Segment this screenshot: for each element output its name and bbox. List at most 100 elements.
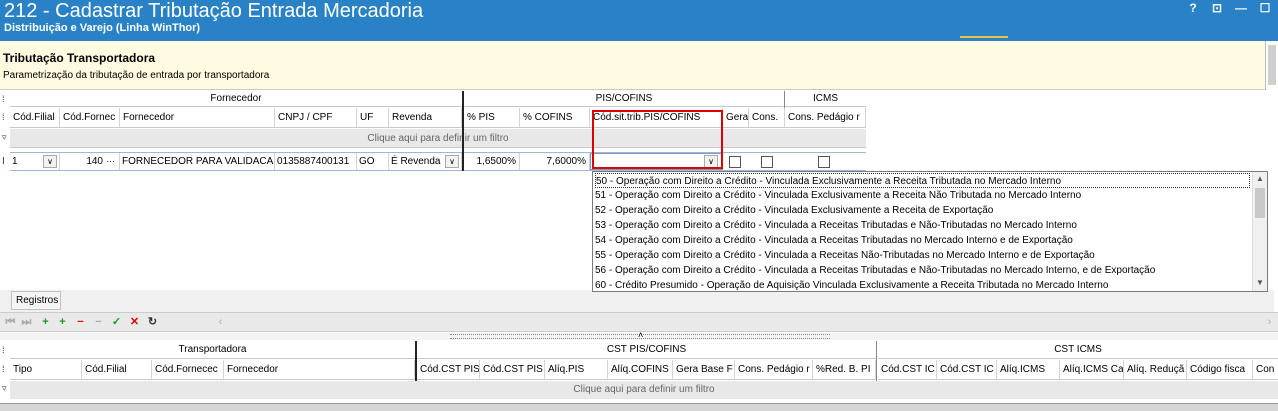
col-fornecedor[interactable]: Fornecedor bbox=[224, 360, 415, 380]
col-fornecedor[interactable]: Fornecedor bbox=[120, 108, 275, 128]
list-item[interactable]: 50 - Operação com Direito a Crédito - Vi… bbox=[595, 173, 1250, 188]
help-icon[interactable]: ? bbox=[1186, 1, 1200, 15]
col-gera-base[interactable]: Gera Base F bbox=[673, 360, 735, 380]
last-record-icon[interactable]: ⏭ bbox=[19, 315, 34, 330]
col-cst-icms-2[interactable]: Cód.CST IC bbox=[937, 360, 997, 380]
minimize-icon[interactable]: — bbox=[1234, 1, 1248, 15]
list-item[interactable]: 51 - Operação com Direito a Crédito - Vi… bbox=[595, 188, 1250, 203]
restore-icon[interactable]: ⊡ bbox=[1210, 1, 1224, 15]
band-divider bbox=[462, 91, 464, 171]
chevron-left-icon[interactable]: ‹ bbox=[213, 315, 228, 330]
splitter[interactable]: ˄ bbox=[0, 330, 1278, 340]
scroll-up-icon[interactable]: ▲ bbox=[1256, 174, 1264, 183]
col-gera[interactable]: Gera bbox=[723, 108, 749, 128]
cons-checkbox[interactable] bbox=[761, 156, 773, 168]
cell-fornecedor[interactable]: FORNECEDOR PARA VALIDACA bbox=[120, 153, 275, 170]
list-item[interactable]: 56 - Operação com Direito a Crédito - Vi… bbox=[595, 263, 1250, 278]
band-icms: ICMS bbox=[785, 91, 866, 107]
add-icon[interactable]: + bbox=[38, 315, 53, 330]
col-cofins[interactable]: % COFINS bbox=[520, 108, 590, 128]
header-scrollbar[interactable] bbox=[1265, 41, 1278, 90]
remove-disabled-icon[interactable]: − bbox=[91, 315, 106, 330]
col-codigo-fiscal[interactable]: Código fisca bbox=[1187, 360, 1253, 380]
column-menu-icon[interactable]: ⁞ bbox=[2, 364, 5, 374]
column-menu-icon[interactable]: ⁞ bbox=[2, 112, 5, 122]
col-uf[interactable]: UF bbox=[357, 108, 389, 128]
col-cons[interactable]: Cons. bbox=[749, 108, 785, 128]
col-cons-pedagio[interactable]: Cons. Pedágio r bbox=[785, 108, 866, 128]
filter-icon[interactable]: ▿ bbox=[2, 132, 7, 143]
col-aliq-icms[interactable]: Alíq.ICMS bbox=[997, 360, 1060, 380]
row-indicator: I bbox=[2, 156, 5, 167]
accent-line bbox=[960, 36, 1008, 38]
col-cst-pis-2[interactable]: Cód.CST PIS bbox=[480, 360, 545, 380]
window-frame bbox=[0, 403, 1278, 411]
col-cod-fornec[interactable]: Cód.Fornec bbox=[60, 108, 120, 128]
cell-cofins[interactable]: 7,6000% bbox=[520, 153, 590, 170]
grid-menu-icon[interactable]: ⁞ bbox=[2, 345, 5, 355]
list-item[interactable]: 54 - Operação com Direito a Crédito - Vi… bbox=[595, 233, 1250, 248]
band-divider bbox=[415, 341, 417, 381]
col-cod-filial[interactable]: Cód.Filial bbox=[10, 108, 60, 128]
col-cst-icms-1[interactable]: Cód.CST IC bbox=[878, 360, 937, 380]
status-bar bbox=[0, 290, 1274, 312]
band-fornecedor: Fornecedor bbox=[10, 91, 462, 107]
col-aliq-icms-ca[interactable]: Alíq.ICMS Ca bbox=[1060, 360, 1124, 380]
window-title: 212 - Cadastrar Tributação Entrada Merca… bbox=[4, 0, 424, 22]
table-row[interactable]: 1 ∨ 140 … FORNECEDOR PARA VALIDACA 01358… bbox=[10, 152, 866, 171]
scroll-thumb[interactable] bbox=[1268, 45, 1276, 85]
col-con[interactable]: Con bbox=[1253, 360, 1278, 380]
filter-bar[interactable]: Clique aqui para definir um filtro bbox=[10, 129, 866, 148]
filter-icon[interactable]: ▿ bbox=[2, 383, 7, 394]
dropdown-scrollbar[interactable]: ▲ ▼ bbox=[1252, 172, 1267, 291]
chevron-right-icon[interactable]: › bbox=[1262, 315, 1277, 330]
cst-dropdown-list[interactable]: 50 - Operação com Direito a Crédito - Vi… bbox=[592, 171, 1268, 292]
band-divider bbox=[876, 341, 877, 381]
scroll-thumb[interactable] bbox=[1255, 188, 1265, 218]
col-red-base-pis[interactable]: %Red. B. PI bbox=[813, 360, 876, 380]
delete-icon[interactable]: − bbox=[73, 315, 88, 330]
cell-cnpj[interactable]: 0135887400131 bbox=[275, 153, 357, 170]
col-aliq-cofins[interactable]: Alíq.COFINS bbox=[608, 360, 673, 380]
first-record-icon[interactable]: ⏮ bbox=[3, 315, 18, 330]
col-tipo[interactable]: Tipo bbox=[10, 360, 82, 380]
registros-tab[interactable]: Registros bbox=[11, 291, 61, 310]
chevron-down-icon[interactable]: ∨ bbox=[445, 155, 459, 168]
band-cst-pis-cofins: CST PIS/COFINS bbox=[417, 341, 876, 359]
confirm-icon[interactable]: ✓ bbox=[109, 315, 124, 330]
highlight-box bbox=[592, 110, 723, 169]
chevron-down-icon[interactable]: ∨ bbox=[43, 155, 57, 168]
navigator-toolbar: ⏮ ⏭ + + − − ✓ ✕ ↻ ‹ › bbox=[0, 312, 1278, 332]
maximize-icon[interactable]: ☐ bbox=[1258, 1, 1272, 15]
header-panel: Tributação Transportadora Parametrização… bbox=[0, 41, 1274, 90]
col-revenda[interactable]: Revenda bbox=[389, 108, 462, 128]
gera-checkbox[interactable] bbox=[729, 156, 741, 168]
cell-pis[interactable]: 1,6500% bbox=[464, 153, 520, 170]
refresh-icon[interactable]: ↻ bbox=[145, 315, 160, 330]
col-cod-filial[interactable]: Cód.Filial bbox=[82, 360, 152, 380]
page-description: Parametrização da tributação de entrada … bbox=[3, 70, 270, 81]
list-item[interactable]: 55 - Operação com Direito a Crédito - Vi… bbox=[595, 248, 1250, 263]
col-aliq-reducao[interactable]: Alíq. Reduçã bbox=[1124, 360, 1187, 380]
list-item[interactable]: 60 - Crédito Presumido - Operação de Aqu… bbox=[595, 278, 1250, 293]
list-item[interactable]: 52 - Operação com Direito a Crédito - Vi… bbox=[595, 203, 1250, 218]
chevron-up-icon[interactable]: ˄ bbox=[638, 330, 643, 340]
scroll-down-icon[interactable]: ▼ bbox=[1256, 278, 1264, 287]
filter-bar[interactable]: Clique aqui para definir um filtro bbox=[10, 381, 1278, 399]
cancel-icon[interactable]: ✕ bbox=[127, 315, 142, 330]
col-cons-pedagio[interactable]: Cons. Pedágio r bbox=[735, 360, 813, 380]
col-cnpj-cpf[interactable]: CNPJ / CPF bbox=[275, 108, 357, 128]
add-copy-icon[interactable]: + bbox=[55, 315, 70, 330]
cons-pedagio-checkbox[interactable] bbox=[818, 156, 830, 168]
title-bar: 212 - Cadastrar Tributação Entrada Merca… bbox=[0, 0, 1278, 41]
band-transportadora: Transportadora bbox=[10, 341, 415, 359]
col-aliq-pis[interactable]: Alíq.PIS bbox=[545, 360, 608, 380]
band-divider bbox=[784, 91, 785, 108]
grid-menu-icon[interactable]: ⁞ bbox=[2, 94, 5, 104]
list-item[interactable]: 53 - Operação com Direito a Crédito - Vi… bbox=[595, 218, 1250, 233]
col-cst-pis-1[interactable]: Cód.CST PIS bbox=[417, 360, 480, 380]
col-cod-fornec[interactable]: Cód.Fornecec bbox=[152, 360, 224, 380]
cell-uf[interactable]: GO bbox=[357, 153, 389, 170]
ellipsis-icon[interactable]: … bbox=[106, 154, 115, 164]
col-pis[interactable]: % PIS bbox=[464, 108, 520, 128]
